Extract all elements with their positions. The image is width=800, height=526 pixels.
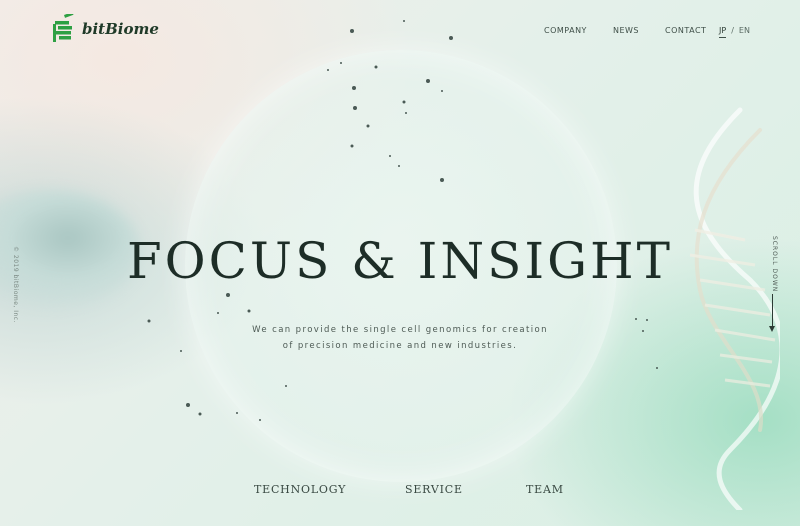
brand-name: bitBiome: [82, 20, 159, 38]
top-nav: COMPANY NEWS CONTACT: [544, 26, 706, 35]
bitbiome-logo-icon: [53, 14, 74, 42]
nav-company[interactable]: COMPANY: [544, 26, 587, 35]
bottom-nav-team[interactable]: TEAM: [526, 483, 564, 496]
hero-title: FOCUS & INSIGHT: [126, 232, 674, 290]
arrow-down-icon[interactable]: [769, 326, 775, 332]
brand-logo[interactable]: bitBiome: [50, 14, 159, 44]
scroll-down-label[interactable]: SCROLL DOWN: [771, 236, 778, 292]
language-switch: JP / EN: [719, 26, 750, 38]
lang-en[interactable]: EN: [739, 26, 750, 38]
copyright-text: © 2019 bitBiome, Inc.: [12, 246, 19, 323]
hero-subtitle-line1: We can provide the single cell genomics …: [252, 325, 548, 335]
lang-separator: /: [731, 26, 734, 35]
scroll-down-line: [772, 294, 773, 330]
nav-contact[interactable]: CONTACT: [665, 26, 706, 35]
bottom-nav-service[interactable]: SERVICE: [405, 483, 463, 496]
lang-jp[interactable]: JP: [719, 26, 727, 38]
bottom-nav-technology[interactable]: TECHNOLOGY: [254, 483, 346, 496]
hero-subtitle-line2: of precision medicine and new industries…: [282, 341, 518, 351]
nav-news[interactable]: NEWS: [613, 26, 639, 35]
hero-subtitle: We can provide the single cell genomics …: [0, 322, 800, 354]
